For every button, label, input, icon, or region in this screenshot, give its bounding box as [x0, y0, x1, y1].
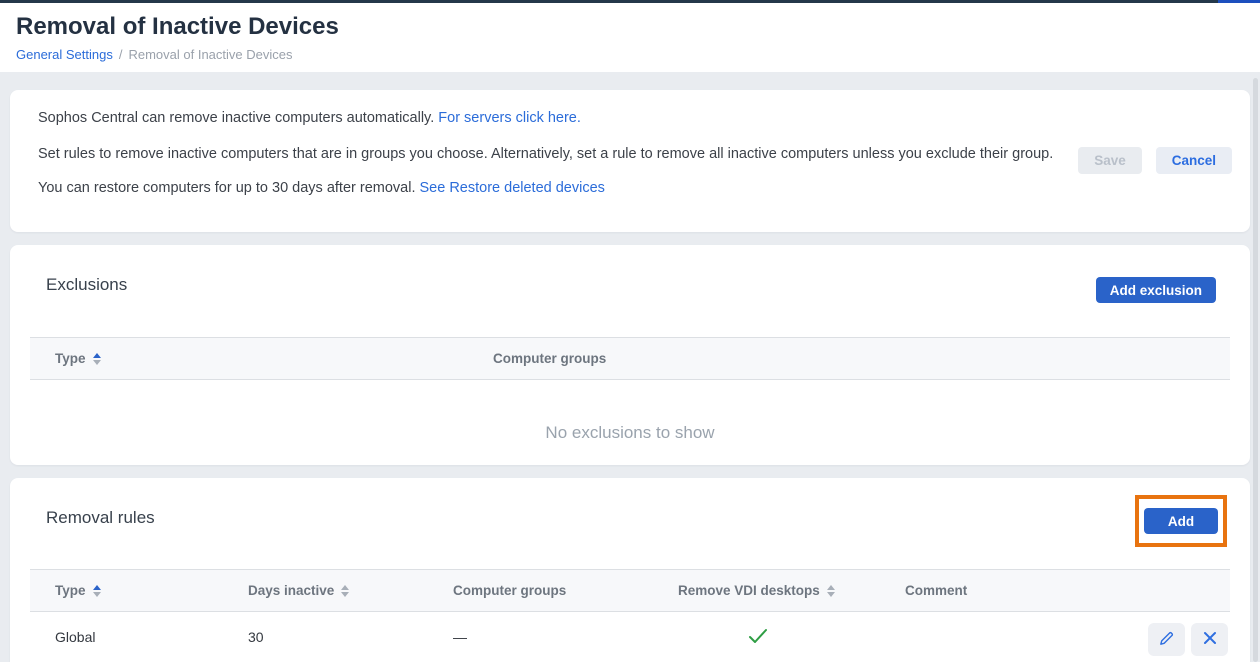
removal-rules-table-header: Type Days inactive Computer groups Remov… — [30, 569, 1230, 612]
page-title: Removal of Inactive Devices — [16, 13, 339, 41]
sort-icon — [827, 585, 835, 597]
cell-days-inactive: 30 — [248, 629, 453, 645]
removal-rules-section: Removal rules Add Type Days inactive Com… — [10, 478, 1250, 662]
breadcrumb-link-general-settings[interactable]: General Settings — [16, 47, 113, 62]
close-icon — [1203, 631, 1217, 648]
sort-icon — [93, 585, 101, 597]
check-icon — [748, 631, 768, 647]
cell-remove-vdi-desktops — [678, 628, 905, 647]
exclusions-section: Exclusions Add exclusion Type Computer g… — [10, 245, 1250, 465]
column-header-computer-groups: Computer groups — [453, 583, 678, 598]
add-button-annotation-highlight: Add — [1135, 495, 1227, 547]
column-header-remove-vdi-desktops[interactable]: Remove VDI desktops — [678, 583, 905, 598]
column-header-days-inactive[interactable]: Days inactive — [248, 583, 453, 598]
exclusions-empty-text: No exclusions to show — [10, 423, 1250, 443]
breadcrumb-current: Removal of Inactive Devices — [128, 47, 292, 62]
cell-type: Global — [55, 629, 248, 645]
exclusions-table-header: Type Computer groups — [30, 337, 1230, 380]
delete-button[interactable] — [1191, 623, 1228, 656]
scrollbar[interactable] — [1253, 78, 1258, 662]
removal-rules-title: Removal rules — [46, 508, 155, 528]
servers-link[interactable]: For servers click here. — [438, 110, 581, 126]
table-row: Global 30 — — [30, 612, 1230, 662]
cell-computer-groups: — — [453, 629, 678, 645]
column-header-computer-groups: Computer groups — [493, 351, 1230, 366]
breadcrumb-separator: / — [119, 47, 123, 62]
column-header-type[interactable]: Type — [55, 351, 493, 366]
top-loading-progress — [1218, 0, 1260, 3]
add-exclusion-button[interactable]: Add exclusion — [1096, 277, 1216, 303]
column-header-comment: Comment — [905, 583, 1230, 598]
page-header: Removal of Inactive Devices General Sett… — [0, 3, 1260, 72]
sort-icon — [93, 353, 101, 365]
edit-button[interactable] — [1148, 623, 1185, 656]
info-line-2: Set rules to remove inactive computers t… — [38, 141, 1060, 167]
top-loading-bar — [0, 0, 1260, 3]
exclusions-title: Exclusions — [46, 275, 127, 295]
cancel-button[interactable]: Cancel — [1156, 147, 1232, 174]
add-rule-button[interactable]: Add — [1144, 508, 1218, 534]
info-line-3: You can restore computers for up to 30 d… — [38, 177, 1250, 199]
info-panel: Sophos Central can remove inactive compu… — [10, 90, 1250, 232]
row-actions — [1148, 623, 1228, 656]
pencil-icon — [1158, 630, 1175, 650]
info-line-1: Sophos Central can remove inactive compu… — [38, 107, 1250, 129]
restore-deleted-devices-link[interactable]: See Restore deleted devices — [420, 180, 605, 196]
column-header-type[interactable]: Type — [55, 583, 248, 598]
sort-icon — [341, 585, 349, 597]
breadcrumb: General Settings / Removal of Inactive Dev… — [16, 47, 292, 62]
save-button[interactable]: Save — [1078, 147, 1142, 174]
